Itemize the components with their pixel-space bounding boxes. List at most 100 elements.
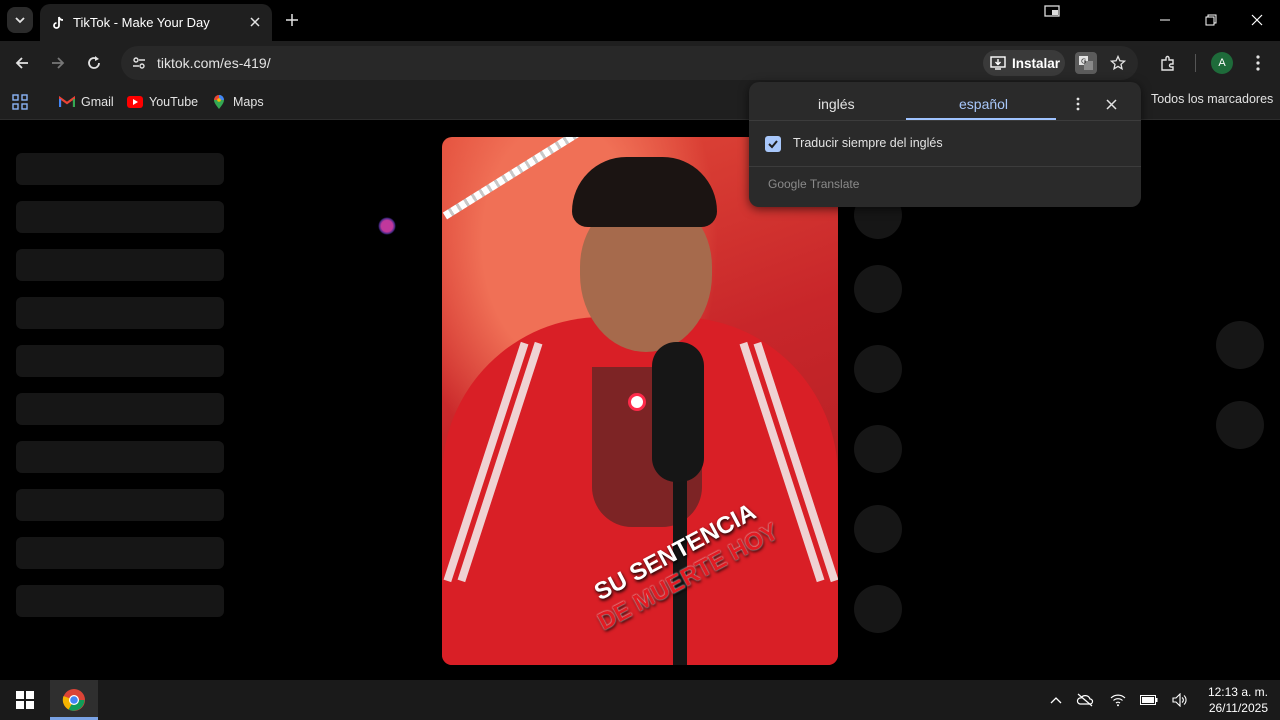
cast-icon[interactable] [1044,5,1060,17]
video-graphic [442,137,592,220]
puzzle-icon [1161,55,1174,71]
all-bookmarks-button[interactable]: Todos los marcadores [1151,92,1273,106]
apps-grid-icon [12,94,28,110]
sidebar-skeleton [16,345,224,377]
close-icon [1251,14,1263,26]
taskbar-chrome[interactable] [50,680,98,720]
sidebar-skeleton [16,489,224,521]
bookmark-label: YouTube [149,95,199,109]
maps-icon [211,94,227,110]
translate-button[interactable]: G [1075,52,1097,74]
video-graphic [652,342,704,482]
chevron-down-icon [15,17,25,24]
browser-tab[interactable]: TikTok - Make Your Day [40,4,272,41]
back-button[interactable] [8,49,36,77]
bookmark-gmail[interactable]: Gmail [59,91,114,113]
wifi-button[interactable] [1108,690,1128,710]
tab-title: TikTok - Make Your Day [73,15,210,30]
cursor-highlight [378,217,396,235]
battery-button[interactable] [1139,690,1159,710]
more-vert-icon [1076,97,1080,111]
bookmark-maps[interactable]: Maps [211,91,264,113]
battery-icon [1140,695,1158,705]
translate-options-button[interactable] [1068,94,1088,114]
tab-strip: TikTok - Make Your Day [0,0,1280,41]
check-icon [768,140,778,149]
divider [749,166,1141,167]
always-translate-label[interactable]: Traducir siempre del inglés [793,136,943,150]
action-button-skeleton [854,345,902,393]
minimize-button[interactable] [1142,0,1188,40]
close-tab-button[interactable] [246,13,264,31]
sidebar-skeleton [16,297,224,329]
always-translate-checkbox[interactable] [765,136,781,152]
action-button-skeleton [854,505,902,553]
action-button-skeleton [854,585,902,633]
sidebar-skeleton [16,537,224,569]
browser-toolbar: tiktok.com/es-419/ Instalar G A [0,41,1280,85]
sidebar-skeleton [16,249,224,281]
youtube-icon [127,94,143,110]
site-info-button[interactable] [129,53,149,73]
tune-icon [133,57,145,69]
bookmark-label: Maps [233,95,264,109]
scroll-down-button[interactable] [1216,401,1264,449]
volume-button[interactable] [1170,690,1190,710]
start-button[interactable] [0,680,50,720]
reload-button[interactable] [80,49,108,77]
sidebar-skeleton [16,153,224,185]
address-bar[interactable]: tiktok.com/es-419/ Instalar G [121,46,1138,80]
speaker-icon [1172,693,1187,707]
action-button-skeleton [854,425,902,473]
translate-popup: inglés español Traducir siempre del ingl… [749,82,1141,207]
gmail-icon [59,94,75,110]
system-clock[interactable]: 12:13 a. m. 26/11/2025 [1198,684,1268,716]
apps-button[interactable] [12,91,28,113]
restore-button[interactable] [1188,0,1234,40]
onedrive-button[interactable] [1075,690,1095,710]
tab-target-language[interactable]: español [959,96,1008,112]
wifi-icon [1110,694,1126,707]
translate-icon: G [1079,56,1093,70]
windows-taskbar: 12:13 a. m. 26/11/2025 [0,680,1280,720]
close-window-button[interactable] [1234,0,1280,40]
clock-time: 12:13 a. m. [1207,685,1268,699]
translate-close-button[interactable] [1101,94,1121,114]
restore-icon [1205,14,1217,26]
scroll-up-button[interactable] [1216,321,1264,369]
install-label: Instalar [1012,55,1061,71]
bookmark-label: Gmail [81,95,114,109]
close-icon [250,17,260,27]
tab-search-button[interactable] [7,7,33,33]
chrome-icon [62,689,85,711]
cloud-off-icon [1076,693,1094,707]
arrow-right-icon [52,57,65,69]
video-graphic [572,157,717,227]
new-tab-button[interactable] [281,9,303,31]
clock-date: 26/11/2025 [1208,701,1268,715]
reload-icon [88,56,100,69]
bookmark-youtube[interactable]: YouTube [127,91,198,113]
more-vert-icon [1256,55,1260,71]
google-translate-logo: Google Translate [768,177,860,191]
sidebar-skeleton [16,585,224,617]
extensions-button[interactable] [1156,52,1180,76]
arrow-left-icon [15,57,28,69]
tab-source-language[interactable]: inglés [818,96,855,112]
sidebar-skeleton [16,393,224,425]
close-icon [1105,98,1117,110]
plus-icon [286,14,298,26]
sidebar-skeleton [16,441,224,473]
action-button-skeleton [854,265,902,313]
bookmark-star-button[interactable] [1107,52,1129,74]
sidebar-skeleton [16,201,224,233]
install-app-button[interactable]: Instalar [983,50,1065,76]
forward-button[interactable] [44,49,72,77]
chrome-menu-button[interactable] [1247,52,1269,74]
star-icon [1110,55,1126,71]
toolbar-separator [1195,54,1196,72]
show-hidden-icons-button[interactable] [1046,690,1066,710]
profile-avatar[interactable]: A [1211,52,1233,74]
url-text[interactable]: tiktok.com/es-419/ [157,55,271,71]
divider [749,120,1141,121]
